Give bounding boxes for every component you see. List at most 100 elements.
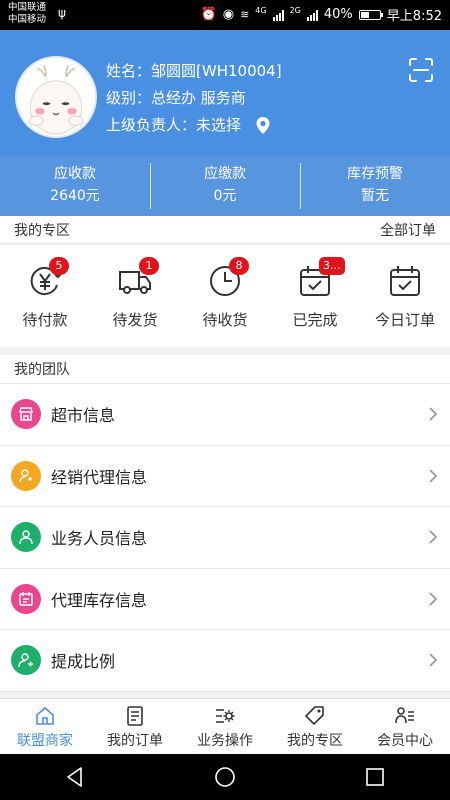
tab-my-orders[interactable]: 我的订单 bbox=[90, 699, 180, 754]
stat-value: 0元 bbox=[213, 188, 237, 204]
superior-label: 上级负责人： bbox=[106, 116, 197, 134]
stat-label: 库存预警 bbox=[347, 166, 403, 182]
zone-item-label: 待发货 bbox=[112, 311, 158, 329]
badge-count: 8 bbox=[229, 257, 249, 275]
tab-business-operations[interactable]: 业务操作 bbox=[180, 699, 270, 754]
clock-time: 早上8:52 bbox=[386, 9, 442, 24]
list-item-distributor-info[interactable]: 经销代理信息 bbox=[0, 446, 450, 507]
team-header: 我的团队 bbox=[0, 355, 450, 384]
zone-title: 我的专区 bbox=[14, 222, 70, 239]
avatar[interactable] bbox=[15, 56, 97, 138]
zone-item-pending-shipment[interactable]: 1 待发货 bbox=[90, 245, 180, 347]
calendar-check-icon bbox=[390, 266, 420, 296]
zone-item-completed[interactable]: 3... 已完成 bbox=[270, 245, 360, 347]
stat-label: 应收款 bbox=[54, 166, 96, 182]
tab-member-center[interactable]: 会员中心 bbox=[360, 699, 450, 754]
wifi-icon: ≋ bbox=[240, 8, 250, 21]
list-item-supermarket-info[interactable]: 超市信息 bbox=[0, 384, 450, 446]
list-item-label: 经销代理信息 bbox=[51, 467, 148, 487]
avatar-image bbox=[17, 58, 95, 136]
carrier-1: 中国联通 bbox=[8, 2, 47, 13]
badge-count: 1 bbox=[139, 257, 159, 275]
list-item-label: 业务人员信息 bbox=[51, 529, 148, 549]
network-type-2: 2G bbox=[289, 6, 301, 15]
battery-percent: 40% bbox=[323, 7, 353, 22]
location-pin-icon[interactable] bbox=[253, 116, 273, 136]
home-circle-icon[interactable] bbox=[213, 765, 237, 789]
name-value: 邹圆圆[WH10004] bbox=[151, 62, 282, 80]
list-item-agent-inventory-info[interactable]: 代理库存信息 bbox=[0, 569, 450, 630]
bottom-tab-bar: 联盟商家 我的订单 业务操作 我的专区 会员中心 bbox=[0, 698, 450, 754]
zone-item-label: 今日订单 bbox=[374, 311, 435, 329]
signal-icon-2 bbox=[306, 9, 318, 21]
zone-item-today-orders[interactable]: 今日订单 bbox=[360, 245, 450, 347]
zone-item-pending-payment[interactable]: 5 待付款 bbox=[0, 245, 90, 347]
tab-label: 我的订单 bbox=[107, 733, 163, 749]
person-icon bbox=[11, 522, 41, 553]
chevron-right-icon bbox=[429, 468, 438, 483]
level-row: 级别： 总经办 服务商 bbox=[106, 85, 282, 112]
member-icon bbox=[395, 707, 414, 724]
carrier-2: 中国移动 bbox=[8, 14, 47, 25]
profile-header: 姓名： 邹圆圆[WH10004] 级别： 总经办 服务商 上级负责人： 未选择 bbox=[0, 30, 450, 156]
battery-icon bbox=[358, 9, 383, 20]
tab-alliance-merchants[interactable]: 联盟商家 bbox=[0, 699, 90, 754]
back-icon[interactable] bbox=[63, 765, 87, 789]
list-item-label: 超市信息 bbox=[51, 406, 116, 426]
chevron-right-icon bbox=[429, 530, 438, 544]
home-icon bbox=[36, 706, 54, 725]
level-label: 级别： bbox=[106, 89, 152, 107]
order-list-icon bbox=[127, 706, 143, 726]
level-value: 总经办 服务商 bbox=[151, 89, 246, 107]
chevron-right-icon bbox=[429, 407, 438, 421]
name-label: 姓名： bbox=[106, 62, 152, 80]
carrier-info: 中国联通 中国移动 bbox=[8, 2, 46, 26]
team-list: 超市信息 经销代理信息 业务人员信息 代理库存信息 提成比例 bbox=[0, 384, 450, 692]
recents-icon[interactable] bbox=[363, 765, 387, 789]
name-row: 姓名： 邹圆圆[WH10004] bbox=[106, 58, 282, 85]
tab-label: 会员中心 bbox=[377, 733, 433, 749]
finance-stats: 应收款 2640元 应缴款 0元 库存预警 暂无 bbox=[0, 156, 450, 216]
list-item-sales-staff-info[interactable]: 业务人员信息 bbox=[0, 507, 450, 569]
stat-value: 暂无 bbox=[361, 188, 389, 204]
tab-label: 业务操作 bbox=[197, 733, 253, 749]
order-status-grid: 5 待付款 1 待发货 8 待收货 3... 已完成 今日订单 bbox=[0, 245, 450, 347]
tab-my-zone[interactable]: 我的专区 bbox=[270, 699, 360, 754]
eye-icon: ◉ bbox=[222, 7, 235, 22]
inventory-icon bbox=[11, 583, 41, 614]
badge-count: 5 bbox=[49, 257, 69, 275]
superior-row: 上级负责人： 未选择 bbox=[106, 112, 282, 139]
zone-item-pending-receipt[interactable]: 8 待收货 bbox=[180, 245, 270, 347]
store-icon bbox=[11, 399, 41, 430]
team-title: 我的团队 bbox=[14, 362, 70, 378]
person-plus-icon bbox=[11, 645, 41, 676]
zone-item-label: 待付款 bbox=[22, 311, 68, 329]
list-item-commission-ratio[interactable]: 提成比例 bbox=[0, 630, 450, 692]
system-nav-bar bbox=[0, 754, 450, 800]
scan-icon[interactable] bbox=[408, 57, 434, 83]
stat-payable[interactable]: 应缴款 0元 bbox=[150, 156, 300, 216]
chevron-right-icon bbox=[429, 591, 438, 606]
list-item-label: 提成比例 bbox=[51, 652, 116, 672]
all-orders-link[interactable]: 全部订单 bbox=[380, 220, 436, 240]
superior-value: 未选择 bbox=[196, 116, 242, 134]
tab-label: 联盟商家 bbox=[17, 733, 73, 749]
stat-receivable[interactable]: 应收款 2640元 bbox=[0, 156, 150, 216]
list-item-label: 代理库存信息 bbox=[51, 590, 148, 610]
zone-item-label: 待收货 bbox=[202, 311, 248, 329]
usb-icon: ψ bbox=[58, 6, 66, 20]
network-type-1: 4G bbox=[255, 6, 267, 15]
tag-icon bbox=[305, 706, 324, 725]
zone-header: 我的专区 全部订单 bbox=[0, 216, 450, 244]
status-bar: 中国联通 中国移动 ψ ⏰ ◉ ≋ 4G 2G 40% 早上8:52 bbox=[0, 0, 450, 30]
stat-label: 应缴款 bbox=[204, 166, 246, 182]
signal-icon-1 bbox=[272, 9, 284, 21]
agent-icon bbox=[11, 460, 41, 491]
badge-count: 3... bbox=[319, 257, 345, 275]
tab-label: 我的专区 bbox=[287, 733, 343, 749]
operations-gear-icon bbox=[216, 709, 235, 723]
stat-stock-warning[interactable]: 库存预警 暂无 bbox=[300, 156, 450, 216]
zone-item-label: 已完成 bbox=[292, 311, 338, 329]
alarm-icon: ⏰ bbox=[200, 7, 217, 22]
chevron-right-icon bbox=[429, 653, 438, 667]
